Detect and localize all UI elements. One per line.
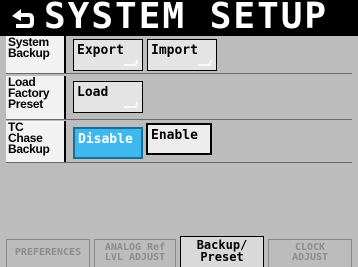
- disable-button-label: Disable: [78, 132, 133, 147]
- system-backup-label: System Backup: [6, 36, 66, 73]
- row-tc-chase-backup: TC Chase Backup Disable Enable: [6, 121, 352, 163]
- enable-button-label: Enable: [151, 128, 198, 143]
- label-line: Preset: [8, 97, 43, 111]
- load-factory-preset-label: Load Factory Preset: [6, 76, 66, 119]
- enable-button[interactable]: Enable: [146, 123, 212, 155]
- title-bar: SYSTEM SETUP: [0, 0, 358, 37]
- disable-button[interactable]: Disable: [73, 127, 143, 159]
- load-button[interactable]: Load: [73, 81, 143, 113]
- import-button-label: Import: [151, 43, 198, 58]
- label-line: Backup: [8, 142, 50, 156]
- row-load-factory-preset: Load Factory Preset Load: [6, 76, 352, 120]
- export-button-label: Export: [77, 43, 124, 58]
- import-button[interactable]: Import: [147, 39, 217, 71]
- tab-label: Preset: [200, 250, 244, 264]
- load-button-label: Load: [77, 85, 109, 100]
- tab-label: LVL ADJUST: [104, 252, 166, 263]
- row-system-backup: System Backup Export Import: [6, 36, 352, 74]
- submenu-corner-icon: [198, 60, 212, 66]
- submenu-corner-icon: [124, 60, 138, 66]
- export-button[interactable]: Export: [73, 39, 143, 71]
- tab-label: ADJUST: [291, 252, 329, 263]
- tab-preferences[interactable]: PREFERENCES: [6, 239, 90, 267]
- tab-backup-preset[interactable]: Backup/ Preset: [180, 236, 264, 267]
- back-arrow-icon[interactable]: [6, 5, 36, 31]
- page-title: SYSTEM SETUP: [44, 0, 329, 37]
- tc-chase-backup-label: TC Chase Backup: [6, 121, 66, 162]
- submenu-corner-icon: [124, 102, 138, 108]
- system-setup-screen: SYSTEM SETUP System Backup Export Import…: [0, 0, 358, 267]
- label-line: Backup: [8, 46, 50, 60]
- bottom-tab-bar: PREFERENCES ANALOG Ref LVL ADJUST Backup…: [6, 236, 352, 267]
- tab-clock-adjust[interactable]: CLOCK ADJUST: [268, 239, 352, 267]
- tab-label: PREFERENCES: [14, 247, 82, 258]
- tab-analog-ref-lvl-adjust[interactable]: ANALOG Ref LVL ADJUST: [94, 239, 176, 267]
